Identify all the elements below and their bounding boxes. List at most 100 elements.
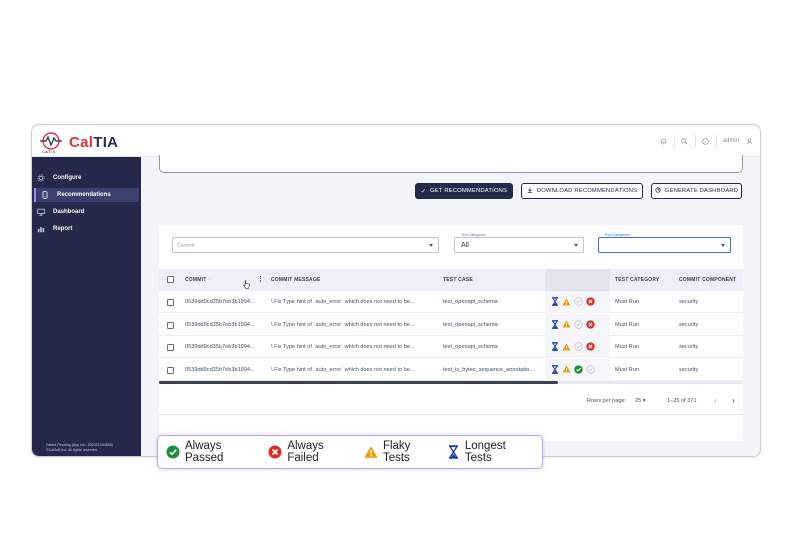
column-header-category[interactable]: TEST CATEGORY [615,277,660,283]
neutral-circle-icon [574,319,583,329]
commit-select-placeholder: Commit [177,243,195,249]
column-header-message[interactable]: COMMIT MESSAGE [271,277,320,283]
bell-icon[interactable] [659,136,669,146]
legend-item-passed: Always Passed [166,440,258,464]
column-header-component[interactable]: COMMIT COMPONENT [679,277,736,283]
brand-name-part2: TIA [93,134,119,151]
chart-icon [36,224,46,234]
table-row[interactable]: 0539dd9cd35b7eb3b1994... \ Fix Type hint… [159,358,743,381]
x-circle-icon [268,445,282,459]
select-all-checkbox[interactable] [167,276,174,283]
commit-cell[interactable]: 0539dd9cd35b7eb3b1994... [185,299,265,305]
status-legend: Always Passed Always Failed Flaky Tests … [157,435,543,469]
legend-item-failed: Always Failed [268,440,354,464]
app-window: CalTIA CalTIA admin Configure Recommenda… [31,124,761,457]
category-cell: Must Run [615,321,639,328]
copyright-line: ©CalSoft,Inc. All rights reserved. [46,447,98,452]
message-cell: \ Fix Type hint of `auto_error` which do… [271,321,415,328]
category-cell: Must Run [615,299,639,305]
table-row[interactable]: 0539dd9cd35b7eb3b1994... \ Fix Type hint… [159,336,743,358]
commit-cell[interactable]: 0539dd9cd35b7eb3b1994... [185,344,265,350]
table-header: COMMIT ↑ ⋮ COMMIT MESSAGE TEST CASE TEST… [159,269,743,291]
get-recommendations-button[interactable]: ✓ GET RECOMMENDATIONS [415,183,513,199]
horizontal-scrollbar-thumb[interactable] [159,381,558,384]
message-cell: \ Fix Type hint of `auto_error` which do… [271,366,415,373]
button-label: GENERATE DASHBOARD [664,188,739,194]
hourglass-icon [550,319,559,329]
divider [694,135,696,147]
search-icon[interactable] [680,136,690,146]
warning-icon [562,342,571,351]
table-row[interactable]: 0539dd9cd35b7eb3b1994... \ Fix Type hint… [159,313,743,336]
warning-icon [562,365,571,374]
patent-line: Patent Pending (App No.: 202421044855) [46,443,113,447]
row-checkbox[interactable] [167,344,174,351]
mouse-cursor-icon [243,280,250,289]
recommendations-card: Commit Test Categories All Run Categorie… [159,225,743,441]
rows-per-page-label: Rows per page: [587,398,627,404]
user-name[interactable]: admin [723,138,739,144]
commit-select[interactable]: Commit [172,237,439,253]
main-content: ✓ GET RECOMMENDATIONS DOWNLOAD RECOMMEND… [141,155,760,456]
status-icons [550,364,598,374]
row-checkbox[interactable] [167,321,174,329]
chevron-down-icon [574,244,578,247]
prev-page-icon[interactable]: ‹ [714,396,717,405]
column-menu-icon[interactable]: ⋮ [257,275,264,283]
download-recommendations-button[interactable]: DOWNLOAD RECOMMENDATIONS [521,183,643,199]
run-categories-select[interactable]: Run Categories [598,233,731,253]
sidebar-item-recommendations[interactable]: Recommendations [34,188,139,202]
table-pagination: Rows per page: 25 ▾ 1–25 of 371 ‹ › [159,387,743,413]
top-bar: CalTIA CalTIA admin [32,125,760,157]
rows-per-page-value: 25 [635,398,642,404]
row-checkbox[interactable] [167,299,174,306]
message-cell: \ Fix Type hint of `auto_error` which do… [271,299,415,305]
sidebar-item-label: Configure [53,175,82,181]
sort-arrow-icon[interactable]: ↑ [208,277,211,283]
neutral-circle-icon [574,342,583,351]
top-right-controls: admin [654,135,754,147]
warning-icon [364,445,378,459]
test-categories-label: Test Categories [460,233,487,237]
help-icon[interactable] [701,136,711,146]
collapsed-panel [159,155,743,173]
divider [715,135,717,147]
test-case-cell: test_is_bytes_sequence_annotatio... [443,366,534,373]
test-categories-select[interactable]: Test Categories All [454,233,584,253]
rows-per-page-select[interactable]: 25 ▾ [635,398,646,404]
sidebar-item-report[interactable]: Report [32,222,141,236]
warning-icon [562,297,571,306]
table-row[interactable]: 0539dd9cd35b7eb3b1994... \ Fix Type hint… [159,291,743,313]
status-icons [550,297,598,306]
divider [673,135,675,147]
commit-cell[interactable]: 0539dd9cd35b7eb3b1994... [185,322,265,328]
category-cell: Must Run [615,366,639,373]
user-icon[interactable] [744,136,754,146]
generate-dashboard-button[interactable]: GENERATE DASHBOARD [651,183,742,199]
neutral-circle-icon [574,297,583,306]
test-case-cell: test_openapi_schema [443,321,498,328]
next-page-icon[interactable]: › [732,396,735,405]
button-label: DOWNLOAD RECOMMENDATIONS [536,188,638,194]
component-cell: security [679,366,699,373]
divider [159,414,743,415]
sidebar-item-dashboard[interactable]: Dashboard [32,205,141,219]
legend-label: Always Failed [287,440,324,464]
warning-icon [562,320,571,329]
row-checkbox[interactable] [167,366,174,374]
component-cell: security [679,344,699,350]
hourglass-icon [550,342,559,351]
hourglass-icon [550,364,559,374]
commit-cell[interactable]: 0539dd9cd35b7eb3b1994... [185,367,265,373]
logo-subtext: CalTIA [42,149,56,154]
test-case-cell: test_openapi_schema [443,299,498,305]
chevron-down-icon [429,244,433,247]
column-header-test-case[interactable]: TEST CASE [443,277,473,283]
pagination-range: 1–25 of 371 [667,398,697,404]
sidebar-item-configure[interactable]: Configure [32,171,141,185]
column-header-commit[interactable]: COMMIT [185,277,206,283]
status-column-header [545,269,610,291]
legend-label: Flaky Tests [382,440,411,464]
check-circle-icon [166,445,180,459]
x-circle-icon [586,342,595,351]
